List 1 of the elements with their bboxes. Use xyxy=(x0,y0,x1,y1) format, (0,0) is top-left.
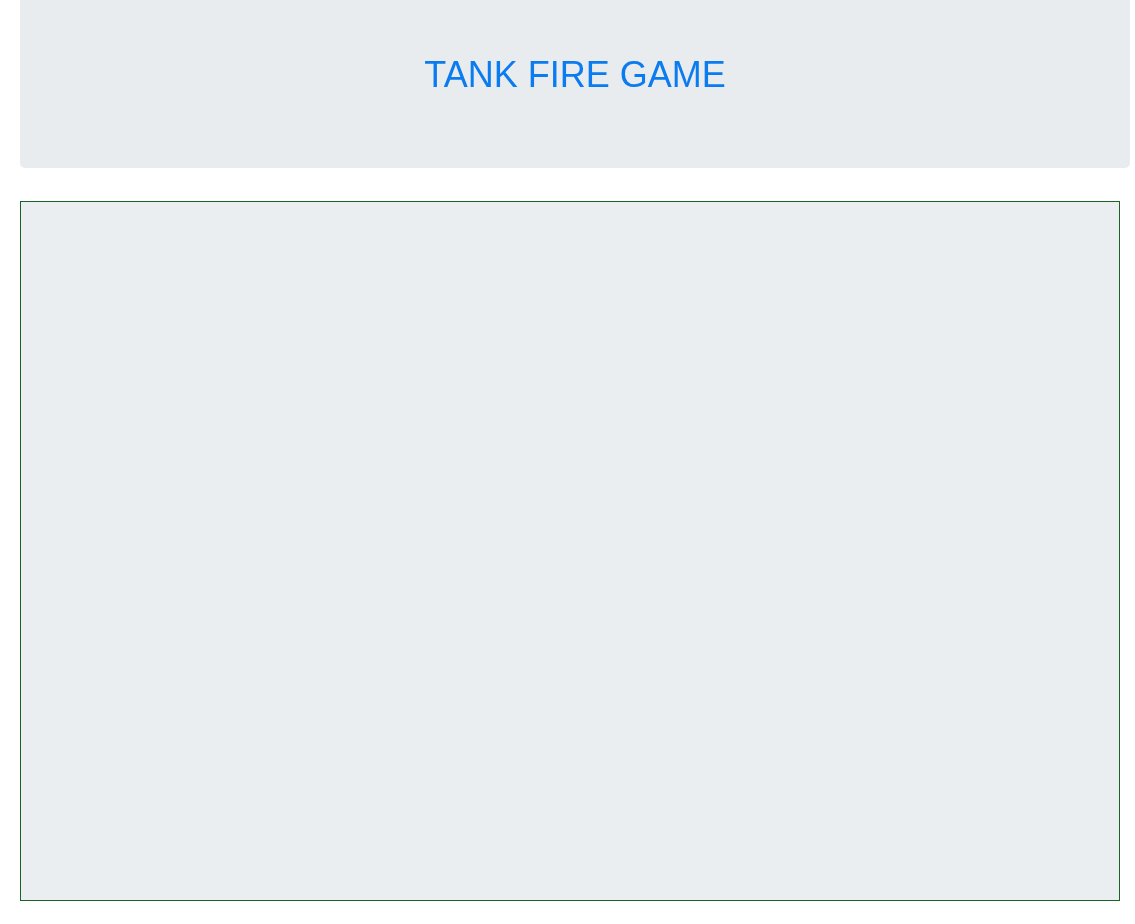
page-title: TANK FIRE GAME xyxy=(424,53,726,96)
